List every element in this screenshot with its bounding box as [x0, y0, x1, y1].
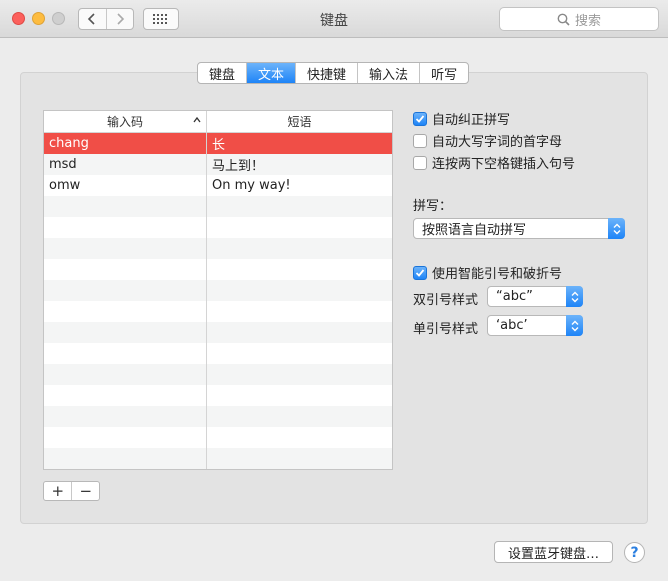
checkmark-icon [415, 268, 425, 277]
tab-keyboard[interactable]: 键盘 [198, 63, 246, 83]
checkbox-checked[interactable] [413, 111, 427, 126]
single-quote-popup[interactable]: ‘abc’ [487, 315, 583, 336]
empty-row [44, 427, 392, 448]
checkmark-icon [415, 114, 425, 123]
cell-phrase[interactable]: 马上到！ [207, 154, 392, 175]
empty-row [44, 259, 392, 280]
double-quote-popup[interactable]: “abc” [487, 286, 583, 307]
double-quote-value: “abc” [496, 289, 533, 304]
spelling-label: 拼写： [413, 199, 453, 214]
smart-quotes-checkbox[interactable]: 使用智能引号和破折号 [413, 263, 562, 282]
empty-row [44, 406, 392, 427]
add-button[interactable]: + [44, 482, 71, 500]
popup-arrows-icon [566, 315, 583, 336]
table-header: 输入码 短语 [44, 111, 392, 133]
cell-code[interactable]: chang [44, 133, 207, 154]
empty-row [44, 385, 392, 406]
column-header-phrase[interactable]: 短语 [207, 111, 392, 132]
table-row[interactable]: msd 马上到！ [44, 154, 392, 175]
cell-code[interactable]: msd [44, 154, 207, 175]
table-body: chang 长 msd 马上到！ omw On my way! [44, 133, 392, 469]
empty-row [44, 196, 392, 217]
single-quote-value: ‘abc’ [496, 318, 528, 333]
popup-arrows-icon [608, 218, 625, 239]
auto-correct-checkbox[interactable]: 自动纠正拼写 [413, 109, 510, 128]
search-placeholder: 搜索 [574, 13, 601, 29]
text-replacement-table[interactable]: 输入码 短语 chang 长 msd 马上到！ omw On my way! [43, 110, 393, 470]
tab-shortcuts[interactable]: 快捷键 [295, 63, 357, 83]
popup-arrows-icon [566, 286, 583, 307]
empty-row [44, 448, 392, 469]
empty-row [44, 280, 392, 301]
column-header-label: 输入码 [106, 115, 143, 129]
setup-bluetooth-keyboard-button[interactable]: 设置蓝牙键盘… [494, 541, 613, 563]
column-header-code[interactable]: 输入码 [44, 111, 207, 132]
spelling-value: 按照语言自动拼写 [422, 223, 527, 238]
checkbox-unchecked[interactable] [413, 155, 427, 170]
tab-dictation[interactable]: 听写 [419, 63, 468, 83]
title-bar: 键盘 搜索 [0, 0, 668, 38]
empty-row [44, 343, 392, 364]
empty-row [44, 364, 392, 385]
double-space-period-label: 连按两下空格键插入句号 [432, 157, 576, 172]
add-remove-control: + − [43, 481, 100, 501]
empty-row [44, 301, 392, 322]
double-space-period-checkbox[interactable]: 连按两下空格键插入句号 [413, 153, 575, 172]
search-icon [557, 13, 570, 26]
auto-correct-label: 自动纠正拼写 [432, 113, 511, 128]
table-row[interactable]: chang 长 [44, 133, 392, 154]
help-button[interactable]: ? [624, 542, 645, 563]
tab-bar: 键盘 文本 快捷键 输入法 听写 [197, 62, 470, 84]
auto-capitalize-label: 自动大写字词的首字母 [432, 135, 563, 150]
cell-phrase[interactable]: 长 [207, 133, 392, 154]
tab-input-sources[interactable]: 输入法 [357, 63, 419, 83]
cell-code[interactable]: omw [44, 175, 207, 196]
remove-button[interactable]: − [71, 482, 99, 500]
checkbox-checked[interactable] [413, 265, 427, 280]
smart-quotes-label: 使用智能引号和破折号 [432, 267, 563, 282]
cell-phrase[interactable]: On my way! [207, 175, 392, 196]
empty-row [44, 238, 392, 259]
empty-row [44, 322, 392, 343]
table-row[interactable]: omw On my way! [44, 175, 392, 196]
single-quote-label: 单引号样式 [413, 322, 479, 337]
auto-capitalize-checkbox[interactable]: 自动大写字词的首字母 [413, 131, 562, 150]
checkbox-unchecked[interactable] [413, 133, 427, 148]
spelling-popup[interactable]: 按照语言自动拼写 [413, 218, 625, 239]
sort-ascending-icon [193, 116, 201, 123]
empty-row [44, 217, 392, 238]
double-quote-label: 双引号样式 [413, 293, 479, 308]
tab-text[interactable]: 文本 [246, 63, 296, 83]
search-input[interactable]: 搜索 [499, 7, 659, 31]
